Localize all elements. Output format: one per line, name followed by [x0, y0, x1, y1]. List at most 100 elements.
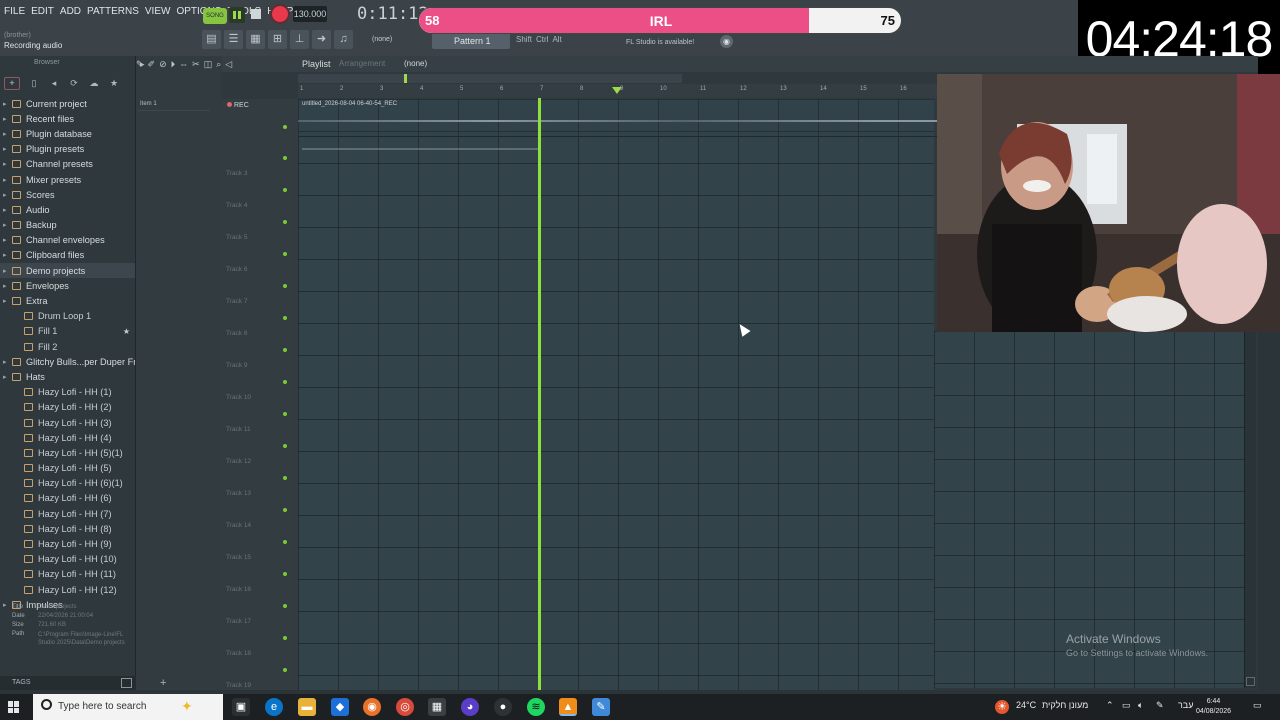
browser-item[interactable]: ▸ Backup	[0, 218, 135, 233]
sparkle-icon[interactable]: ✦	[181, 698, 193, 715]
browser-item[interactable]: ▸ Recent files	[0, 111, 135, 126]
track-label[interactable]: Track 5	[226, 234, 247, 241]
browser-item[interactable]: Hazy Lofi - HH (7)	[0, 506, 135, 521]
track-enable-led[interactable]	[283, 412, 287, 416]
browser-item[interactable]: Hazy Lofi - HH (1)	[0, 385, 135, 400]
browser-item[interactable]: ▸ Plugin presets	[0, 142, 135, 157]
chrome-icon[interactable]: ◎	[396, 698, 414, 716]
favorite-star-icon[interactable]: ★	[123, 327, 130, 336]
browser-item[interactable]: Hazy Lofi - HH (12)	[0, 582, 135, 597]
expand-arrow-icon[interactable]: ▸	[3, 160, 7, 168]
paint-icon[interactable]: ✐	[148, 59, 156, 70]
browser-item[interactable]: Drum Loop 1	[0, 309, 135, 324]
rec-track-header[interactable]: REC	[227, 102, 249, 109]
weather-icon[interactable]: ☀	[995, 700, 1009, 714]
browser-item[interactable]: ▸ Scores	[0, 187, 135, 202]
track-enable-led[interactable]	[283, 125, 287, 129]
browser-item[interactable]: Hazy Lofi - HH (3)	[0, 415, 135, 430]
expand-arrow-icon[interactable]: ▸	[3, 373, 7, 381]
track-enable-led[interactable]	[283, 572, 287, 576]
draw-icon[interactable]: ✎	[136, 59, 144, 70]
browser-item[interactable]: Fill 1 ★	[0, 324, 135, 339]
menu-add[interactable]: ADD	[60, 6, 81, 17]
browser-item[interactable]: ▸ Current project	[0, 96, 135, 111]
obs-icon[interactable]: ●	[494, 698, 512, 716]
track-label[interactable]: Track 6	[226, 266, 247, 273]
microphone-icon[interactable]: ♫	[334, 30, 353, 49]
browser-item[interactable]: ▸ Channel presets	[0, 157, 135, 172]
track-enable-led[interactable]	[283, 252, 287, 256]
expand-arrow-icon[interactable]: ▸	[3, 115, 7, 123]
channel-item[interactable]: Item 1	[138, 101, 210, 111]
stop-button[interactable]	[251, 9, 261, 19]
browser-item[interactable]: Hazy Lofi - HH (10)	[0, 552, 135, 567]
browser-item[interactable]: ▸ Demo projects	[0, 263, 135, 279]
slip-icon[interactable]: ⇔	[179, 59, 188, 70]
pen-icon[interactable]: ✎	[1156, 700, 1164, 711]
expand-arrow-icon[interactable]: ▸	[3, 282, 7, 290]
menu-view[interactable]: VIEW	[145, 6, 171, 17]
song-mode-button[interactable]: SONG	[203, 8, 227, 24]
browser-item[interactable]: Hazy Lofi - HH (6)	[0, 491, 135, 506]
edge-icon[interactable]: e	[265, 698, 283, 716]
browser-item[interactable]: ▸ Glitchy Bulls...per Duper Free	[0, 354, 135, 369]
browser-item[interactable]: Hazy Lofi - HH (5)(1)	[0, 445, 135, 460]
time-ruler[interactable]: 1 2 3 4 5 6 7 8 9 10 11 12 13 14 15 16	[298, 84, 938, 98]
track-enable-led[interactable]	[283, 604, 287, 608]
network-icon[interactable]: ▭	[1122, 700, 1131, 711]
track-label[interactable]: Track 11	[226, 426, 251, 433]
search-icon[interactable]	[121, 678, 132, 688]
browser-item[interactable]: Hazy Lofi - HH (6)(1)	[0, 476, 135, 491]
browser-item[interactable]: Hazy Lofi - HH (8)	[0, 521, 135, 536]
track-enable-led[interactable]	[283, 316, 287, 320]
track-enable-led[interactable]	[283, 540, 287, 544]
track-label[interactable]: Track 15	[226, 554, 251, 561]
track-enable-led[interactable]	[283, 348, 287, 352]
browser-item[interactable]: ▸ Audio	[0, 202, 135, 217]
browser-item[interactable]: Fill 2	[0, 339, 135, 354]
track-enable-led[interactable]	[283, 220, 287, 224]
track-enable-led[interactable]	[283, 508, 287, 512]
pattern-selector[interactable]: Pattern 1	[432, 33, 510, 49]
browser-item[interactable]: ▸ Mixer presets	[0, 172, 135, 187]
speaker-icon[interactable]: 🔈︎	[1138, 700, 1143, 711]
track-label[interactable]: Track 18	[226, 650, 251, 657]
playlist-icon[interactable]: ▦	[246, 30, 265, 49]
piano-roll-icon[interactable]: ☰	[224, 30, 243, 49]
delete-icon[interactable]: ⊘	[159, 59, 167, 70]
track-label[interactable]: Track 4	[226, 202, 247, 209]
menu-patterns[interactable]: PATTERNS	[87, 6, 139, 17]
track-enable-led[interactable]	[283, 636, 287, 640]
playlist-vertical-scrollbar[interactable]	[1244, 331, 1256, 688]
browser-item[interactable]: ▸ Hats	[0, 369, 135, 384]
track-label[interactable]: Track 7	[226, 298, 247, 305]
weather-temp[interactable]: 24°C	[1016, 700, 1036, 710]
taskbar-clock[interactable]: 6:44 04/08/2026	[1196, 697, 1231, 717]
spotify-icon[interactable]: ≋	[527, 698, 545, 716]
expand-arrow-icon[interactable]: ▸	[3, 100, 7, 108]
browser-item[interactable]: Hazy Lofi - HH (9)	[0, 536, 135, 551]
file-explorer-icon[interactable]: ▬	[298, 698, 316, 716]
firefox-icon[interactable]: ◉	[363, 698, 381, 716]
refresh-icon[interactable]: ⟳	[68, 77, 80, 89]
browser-item[interactable]: ▸ Envelopes	[0, 278, 135, 293]
arrow-icon[interactable]: ➜	[312, 30, 331, 49]
task-view-icon[interactable]: ▣	[232, 698, 250, 716]
mixer-icon[interactable]: ⊞	[268, 30, 287, 49]
browser-plus-icon[interactable]: +	[4, 76, 20, 90]
store-icon[interactable]: ◆	[331, 698, 349, 716]
playlist-pattern-selector[interactable]: (none)	[404, 59, 427, 68]
track-enable-led[interactable]	[283, 476, 287, 480]
menu-file[interactable]: FILE	[4, 6, 25, 17]
fl-studio-icon[interactable]: ▲	[559, 698, 577, 716]
taskbar-search-box[interactable]: Type here to search ✦	[33, 694, 223, 720]
menu-edit[interactable]: EDIT	[31, 6, 54, 17]
alt-key[interactable]: Alt	[552, 35, 561, 44]
playhead[interactable]	[538, 98, 541, 690]
track-label[interactable]: Track 9	[226, 362, 247, 369]
track-label[interactable]: Track 14	[226, 522, 251, 529]
browser-item[interactable]: Hazy Lofi - HH (11)	[0, 567, 135, 582]
browser-item[interactable]: Hazy Lofi - HH (2)	[0, 400, 135, 415]
browser-item[interactable]: Hazy Lofi - HH (4)	[0, 430, 135, 445]
ctrl-key[interactable]: Ctrl	[536, 35, 548, 44]
